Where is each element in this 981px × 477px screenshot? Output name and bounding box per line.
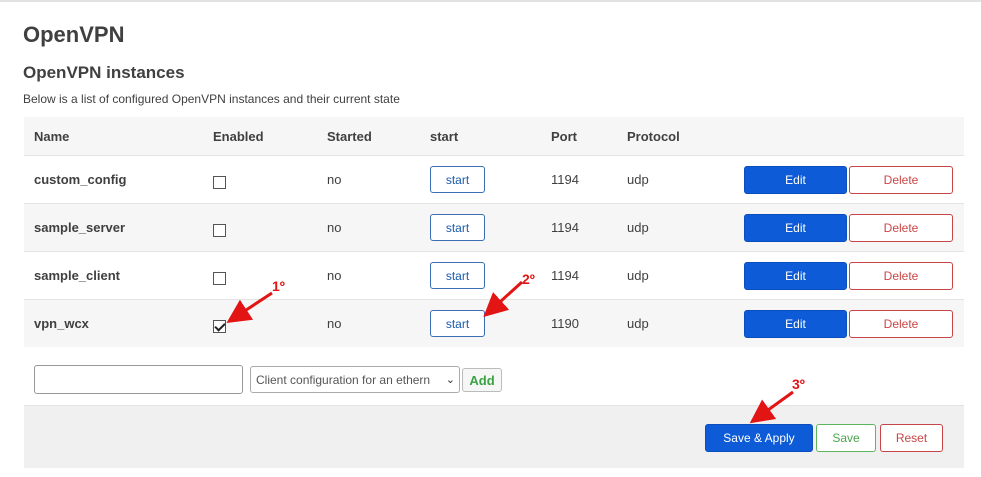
instance-name: custom_config	[34, 172, 127, 187]
delete-button[interactable]: Delete	[849, 309, 953, 338]
table-row: vpn_wcx no start 1190 udp Edit Delete	[24, 299, 964, 347]
edit-button[interactable]: Edit	[744, 165, 847, 194]
enabled-checkbox[interactable]	[213, 224, 226, 237]
instance-name-input[interactable]	[34, 365, 243, 394]
page-actions: Save & Apply Save Reset	[24, 405, 964, 468]
add-button[interactable]: Add	[462, 368, 502, 392]
delete-button[interactable]: Delete	[849, 213, 953, 242]
reset-button[interactable]: Reset	[880, 424, 943, 452]
instance-name: sample_server	[34, 220, 126, 235]
section-title: OpenVPN instances	[23, 63, 185, 82]
instance-name: sample_client	[34, 268, 120, 283]
protocol-value: udp	[627, 220, 649, 235]
started-status: no	[327, 172, 342, 187]
template-select-value: Client configuration for an ethern	[256, 372, 431, 387]
chevron-down-icon: ⌄	[445, 374, 455, 386]
edit-button[interactable]: Edit	[744, 309, 847, 338]
start-button[interactable]: start	[430, 214, 485, 241]
enabled-checkbox[interactable]	[213, 320, 226, 333]
port-value: 1194	[551, 220, 579, 235]
enabled-checkbox[interactable]	[213, 176, 226, 189]
start-button[interactable]: start	[430, 166, 485, 193]
top-border	[0, 0, 981, 2]
table-row: sample_client no start 1194 udp Edit Del…	[24, 251, 964, 299]
edit-button[interactable]: Edit	[744, 261, 847, 290]
header-protocol: Protocol	[627, 128, 680, 144]
template-select[interactable]: Client configuration for an ethern ⌄	[250, 366, 460, 393]
header-port: Port	[551, 128, 577, 144]
edit-button[interactable]: Edit	[744, 213, 847, 242]
header-name: Name	[34, 128, 70, 144]
section-description: Below is a list of configured OpenVPN in…	[23, 92, 400, 106]
instance-name: vpn_wcx	[34, 316, 89, 331]
delete-button[interactable]: Delete	[849, 165, 953, 194]
protocol-value: udp	[627, 268, 649, 283]
header-enabled: Enabled	[213, 128, 264, 144]
table-row: sample_server no start 1194 udp Edit Del…	[24, 203, 964, 251]
protocol-value: udp	[627, 172, 649, 187]
start-button[interactable]: start	[430, 262, 485, 289]
save-apply-button[interactable]: Save & Apply	[705, 424, 813, 452]
page-title: OpenVPN	[23, 22, 125, 47]
table-row: custom_config no start 1194 udp Edit Del…	[24, 155, 964, 203]
header-started: Started	[327, 128, 372, 144]
table-header: Name Enabled Started start Port Protocol	[24, 117, 964, 155]
delete-button[interactable]: Delete	[849, 261, 953, 290]
add-instance-row: Client configuration for an ethern ⌄ Add	[24, 356, 964, 404]
started-status: no	[327, 268, 342, 283]
header-start: start	[430, 128, 459, 144]
port-value: 1194	[551, 172, 579, 187]
protocol-value: udp	[627, 316, 649, 331]
annotation-step-2: 2º	[522, 271, 535, 287]
started-status: no	[327, 220, 342, 235]
start-button[interactable]: start	[430, 310, 485, 337]
enabled-checkbox[interactable]	[213, 272, 226, 285]
port-value: 1194	[551, 268, 579, 283]
instances-table: Name Enabled Started start Port Protocol…	[24, 117, 964, 347]
port-value: 1190	[551, 316, 579, 331]
annotation-step-1: 1º	[272, 278, 285, 294]
annotation-step-3: 3º	[792, 376, 805, 392]
save-button[interactable]: Save	[816, 424, 876, 452]
started-status: no	[327, 316, 342, 331]
